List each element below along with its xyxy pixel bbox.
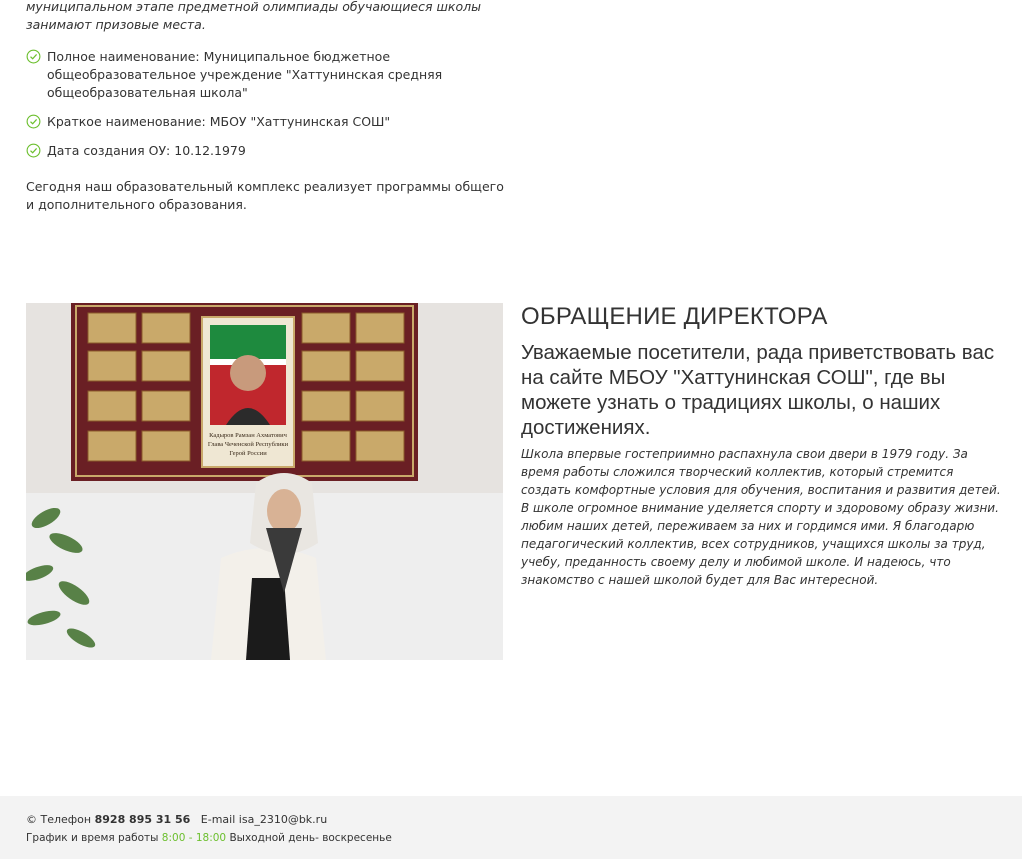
director-greeting: Уважаемые посетители, рада приветствоват…: [521, 341, 995, 439]
check-circle-icon: [26, 49, 41, 64]
working-hours: 8:00 - 18:00: [161, 832, 227, 844]
founding-date-text: Дата создания ОУ: 10.12.1979: [47, 143, 246, 158]
director-photo: Кадыров Рамзан Ахматович Глава Чеченской…: [26, 303, 503, 660]
email-label: E-mail: [200, 813, 236, 826]
hours-label: График и время работы: [26, 832, 159, 844]
check-circle-icon: [26, 143, 41, 158]
footer-hours: График и время работы 8:00 - 18:00 Выход…: [26, 832, 392, 844]
portrait-caption: Глава Чеченской Республики: [208, 441, 289, 448]
list-item: Полное наименование: Муниципальное бюдже…: [26, 48, 506, 102]
portrait-caption: Кадыров Рамзан Ахматович: [209, 432, 287, 439]
phone-number[interactable]: 8928 895 31 56: [95, 813, 191, 826]
short-name-text: Краткое наименование: МБОУ "Хаттунинская…: [47, 114, 391, 129]
programs-paragraph: Сегодня наш образовательный комплекс реа…: [26, 179, 504, 212]
list-item: Дата создания ОУ: 10.12.1979: [26, 142, 506, 160]
olympiad-text: муниципальном этапе предметной олимпиады…: [26, 0, 481, 32]
phone-label: © Телефон: [26, 813, 92, 826]
email-link[interactable]: isa_2310@bk.ru: [239, 813, 327, 826]
school-facts-list: Полное наименование: Муниципальное бюдже…: [26, 48, 506, 160]
letter-paragraph: любим наших детей, переживаем за них и г…: [521, 519, 986, 587]
director-address: ОБРАЩЕНИЕ ДИРЕКТОРА Уважаемые посетители…: [521, 303, 1001, 589]
check-circle-icon: [26, 114, 41, 129]
letter-paragraph: Школа впервые гостеприимно распахнула св…: [521, 447, 1001, 515]
footer: © Телефон 8928 895 31 56 E-mail isa_2310…: [0, 796, 1022, 859]
director-letter: Школа впервые гостеприимно распахнула св…: [521, 445, 1001, 589]
full-name-text: Полное наименование: Муниципальное бюдже…: [47, 49, 443, 100]
day-off: Выходной день- воскресенье: [229, 832, 392, 844]
director-heading: ОБРАЩЕНИЕ ДИРЕКТОРА: [521, 303, 828, 330]
list-item: Краткое наименование: МБОУ "Хаттунинская…: [26, 113, 506, 131]
portrait-caption: Герой России: [229, 450, 267, 457]
footer-contacts: © Телефон 8928 895 31 56 E-mail isa_2310…: [26, 813, 327, 826]
school-info: муниципальном этапе предметной олимпиады…: [26, 0, 506, 214]
